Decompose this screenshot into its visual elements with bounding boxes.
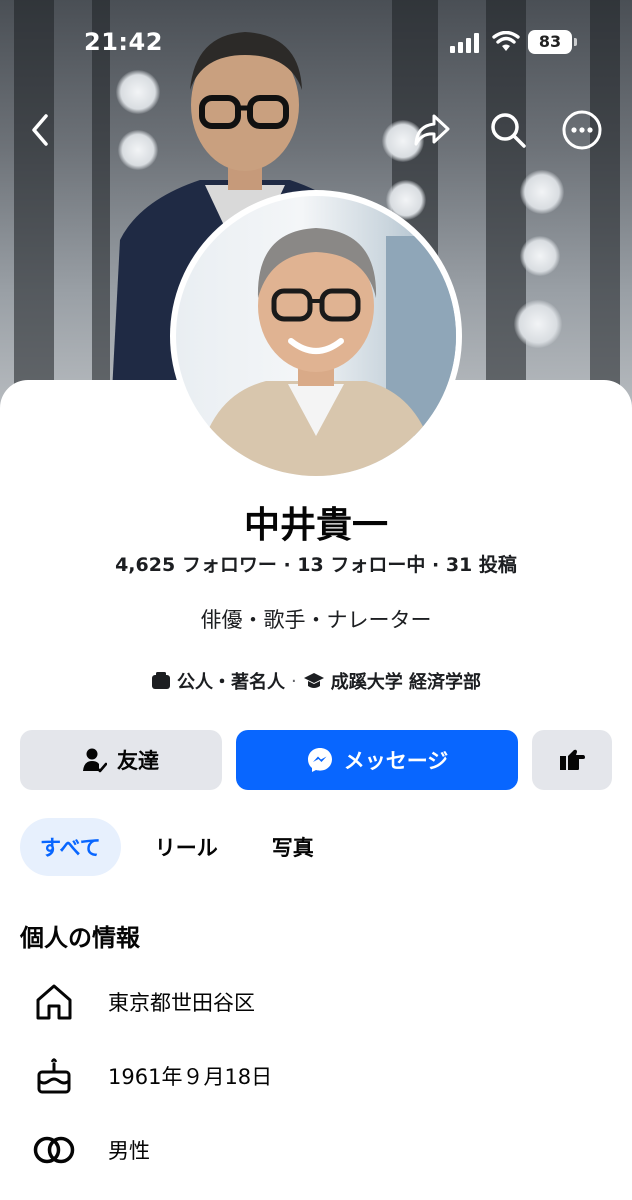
info-location-text: 東京都世田谷区 (108, 991, 255, 1015)
info-row-location[interactable]: 東京都世田谷区 (0, 972, 632, 1032)
graduation-cap-icon (303, 673, 324, 688)
share-button[interactable] (410, 108, 454, 152)
page-category-icon (151, 672, 170, 689)
profile-stats: 4,625 フォロワー · 13 フォロー中 · 31 投稿 (115, 554, 517, 576)
status-bar: 21:42 83 (0, 0, 632, 88)
like-page-button[interactable] (532, 730, 612, 790)
profile-details: 公人・著名人 · 成蹊大学 経済学部 (0, 668, 632, 694)
chevron-left-icon (32, 114, 48, 146)
more-options-button[interactable] (560, 108, 604, 152)
search-icon (491, 113, 526, 148)
profile-education: 成蹊大学 経済学部 (330, 672, 481, 693)
profile-name: 中井貴一 (243, 505, 388, 546)
friend-check-icon (83, 748, 107, 773)
tab-reels[interactable]: リール (135, 818, 238, 876)
more-horizontal-icon (562, 110, 602, 150)
wifi-icon (492, 31, 520, 51)
about-section-title: 個人の情報 (20, 924, 140, 952)
avatar-person-image (196, 228, 456, 476)
share-icon (414, 114, 450, 146)
thumb-pointing-icon (560, 749, 585, 770)
profile-tabs: すべて リール 写真 (20, 818, 334, 876)
info-row-birthday[interactable]: 1961年９月18日 (0, 1046, 632, 1106)
message-button-label: メッセージ (343, 749, 449, 773)
search-button[interactable] (486, 108, 530, 152)
home-icon (36, 984, 72, 1020)
messenger-icon (307, 748, 332, 772)
profile-avatar[interactable] (170, 190, 462, 482)
tab-photos[interactable]: 写真 (252, 818, 334, 876)
message-button[interactable]: メッセージ (236, 730, 518, 790)
following-stat[interactable]: 13 フォロー中 (297, 554, 425, 576)
tab-all[interactable]: すべて (20, 818, 121, 876)
info-birthday-text: 1961年９月18日 (108, 1065, 273, 1089)
followers-stat[interactable]: 4,625 フォロワー (115, 554, 277, 576)
info-gender-text: 男性 (108, 1139, 150, 1163)
posts-stat[interactable]: 31 投稿 (446, 554, 517, 576)
cellular-signal-icon (450, 33, 479, 53)
friends-button[interactable]: 友達 (20, 730, 222, 790)
info-row-gender[interactable]: 男性 (0, 1120, 632, 1180)
birthday-cake-icon (37, 1058, 71, 1094)
profile-bio: 俳優・歌手・ナレーター (200, 608, 432, 632)
friends-button-label: 友達 (117, 749, 159, 773)
status-time: 21:42 (84, 28, 163, 56)
battery-indicator: 83 (528, 30, 577, 54)
gender-rings-icon (33, 1136, 75, 1164)
back-button[interactable] (18, 108, 62, 152)
profile-category: 公人・著名人 (176, 672, 285, 693)
